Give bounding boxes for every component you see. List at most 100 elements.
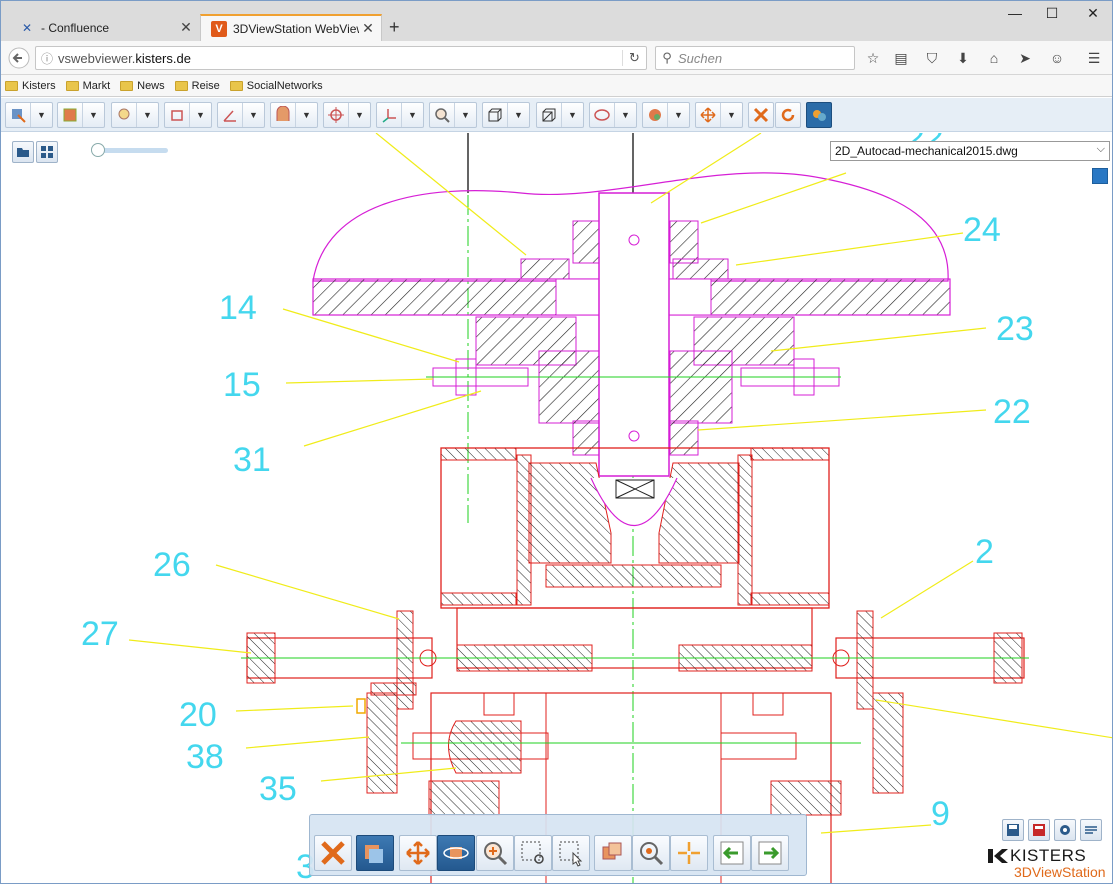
menu-button[interactable] bbox=[1080, 819, 1102, 841]
transform-tool-group[interactable]: ▼ bbox=[323, 102, 371, 128]
viewer-canvas[interactable]: 22 24 14 23 15 22 31 26 2 27 20 38 35 9 … bbox=[1, 133, 1113, 884]
area-select-button[interactable] bbox=[552, 835, 590, 871]
box-wireframe-icon[interactable] bbox=[483, 103, 507, 127]
close-window-button[interactable]: ✕ bbox=[1075, 5, 1111, 22]
refresh-icon[interactable] bbox=[776, 103, 800, 127]
cad-drawing[interactable]: 22 24 14 23 15 22 31 26 2 27 20 38 35 9 … bbox=[1, 133, 1113, 884]
center-button[interactable] bbox=[670, 835, 708, 871]
chevron-down-icon: ⌵ bbox=[1096, 143, 1105, 155]
render-tool-group[interactable]: ▼ bbox=[164, 102, 212, 128]
cancel-button[interactable] bbox=[314, 835, 352, 871]
view-tool-group[interactable]: ▼ bbox=[57, 102, 105, 128]
info-icon[interactable]: ⓘ bbox=[36, 50, 58, 67]
section-tool-group[interactable]: ▼ bbox=[270, 102, 318, 128]
panel-toggle-button[interactable] bbox=[1092, 168, 1108, 184]
close-x-icon[interactable] bbox=[749, 103, 773, 127]
bounding-box-icon[interactable] bbox=[537, 103, 561, 127]
reading-list-icon[interactable]: ▤ bbox=[889, 46, 913, 70]
menu-icon[interactable]: ☰ bbox=[1082, 46, 1106, 70]
address-bar[interactable]: ⓘ vswebviewer.kisters.de ↻ bbox=[35, 46, 647, 70]
material-icon[interactable] bbox=[643, 103, 667, 127]
render-mode-icon[interactable] bbox=[165, 103, 189, 127]
box-tool-group[interactable]: ▼ bbox=[482, 102, 530, 128]
light-tool-group[interactable]: ▼ bbox=[111, 102, 159, 128]
save-button[interactable] bbox=[1002, 819, 1024, 841]
bookmark-kisters[interactable]: Kisters bbox=[5, 80, 56, 92]
zoom-fit-button[interactable] bbox=[632, 835, 670, 871]
zoom-slider-thumb[interactable] bbox=[91, 143, 105, 157]
zoom-slider-track[interactable] bbox=[96, 148, 168, 153]
select-mode-button[interactable] bbox=[356, 835, 394, 871]
settings-group[interactable] bbox=[806, 102, 832, 128]
kisters-k-icon bbox=[988, 849, 1008, 863]
previous-view-button[interactable] bbox=[713, 835, 751, 871]
dropdown-arrow-icon[interactable]: ▼ bbox=[348, 103, 370, 127]
dropdown-arrow-icon[interactable]: ▼ bbox=[720, 103, 742, 127]
zoom-icon[interactable] bbox=[430, 103, 454, 127]
bookmark-news[interactable]: News bbox=[120, 80, 165, 92]
select-icon[interactable] bbox=[6, 103, 30, 127]
axis-tool-group[interactable]: ▼ bbox=[376, 102, 424, 128]
dropdown-arrow-icon[interactable]: ▼ bbox=[507, 103, 529, 127]
bookmark-star-icon[interactable]: ☆ bbox=[861, 46, 885, 70]
angle-measure-icon[interactable] bbox=[218, 103, 242, 127]
layout-button[interactable] bbox=[36, 141, 58, 163]
home-icon[interactable]: ⌂ bbox=[982, 46, 1006, 70]
bookmark-socialnetworks[interactable]: SocialNetworks bbox=[229, 80, 323, 92]
close-tab-icon[interactable]: ✕ bbox=[359, 20, 377, 37]
tab-3dviewstation[interactable]: V 3DViewStation WebViewer... ✕ bbox=[200, 14, 382, 41]
bookmark-markt[interactable]: Markt bbox=[65, 80, 110, 92]
zoom-button[interactable] bbox=[476, 835, 514, 871]
dropdown-arrow-icon[interactable]: ▼ bbox=[561, 103, 583, 127]
next-view-button[interactable] bbox=[751, 835, 789, 871]
markup-tool-group[interactable]: ▼ bbox=[589, 102, 637, 128]
undo-group[interactable] bbox=[775, 102, 801, 128]
reset-group[interactable] bbox=[748, 102, 774, 128]
dropdown-arrow-icon[interactable]: ▼ bbox=[454, 103, 476, 127]
dropdown-arrow-icon[interactable]: ▼ bbox=[667, 103, 689, 127]
dropdown-arrow-icon[interactable]: ▼ bbox=[295, 103, 317, 127]
crosshair-icon[interactable] bbox=[324, 103, 348, 127]
select-tool-group[interactable]: ▼ bbox=[5, 102, 53, 128]
markup-cloud-icon[interactable] bbox=[590, 103, 614, 127]
export-pdf-button[interactable] bbox=[1028, 819, 1050, 841]
pocket-icon[interactable]: ⛉ bbox=[920, 46, 944, 70]
bookmark-reise[interactable]: Reise bbox=[174, 80, 220, 92]
back-button[interactable] bbox=[7, 46, 31, 70]
pan-button[interactable] bbox=[399, 835, 437, 871]
axis-icon[interactable] bbox=[377, 103, 401, 127]
lightbulb-icon[interactable] bbox=[112, 103, 136, 127]
move-arrows-icon[interactable] bbox=[696, 103, 720, 127]
dropdown-arrow-icon[interactable]: ▼ bbox=[82, 103, 104, 127]
feedback-icon[interactable]: ☺ bbox=[1045, 46, 1069, 70]
rotate-button[interactable] bbox=[437, 835, 475, 871]
tab-confluence[interactable]: ✕ - Confluence ✕ bbox=[9, 14, 199, 41]
dropdown-arrow-icon[interactable]: ▼ bbox=[30, 103, 52, 127]
zoom-box-button[interactable] bbox=[514, 835, 552, 871]
zoom-tool-group[interactable]: ▼ bbox=[429, 102, 477, 128]
fit-all-button[interactable] bbox=[594, 835, 632, 871]
measure-tool-group[interactable]: ▼ bbox=[217, 102, 265, 128]
open-file-button[interactable] bbox=[12, 141, 34, 163]
bounding-tool-group[interactable]: ▼ bbox=[536, 102, 584, 128]
download-icon[interactable]: ⬇ bbox=[951, 46, 975, 70]
reload-icon[interactable]: ↻ bbox=[622, 50, 646, 66]
dropdown-arrow-icon[interactable]: ▼ bbox=[136, 103, 158, 127]
maximize-button[interactable]: ☐ bbox=[1034, 5, 1070, 22]
dropdown-arrow-icon[interactable]: ▼ bbox=[401, 103, 423, 127]
dropdown-arrow-icon[interactable]: ▼ bbox=[189, 103, 211, 127]
search-input[interactable]: ⚲ Suchen bbox=[655, 46, 855, 70]
new-tab-button[interactable]: + bbox=[389, 17, 400, 38]
send-icon[interactable]: ➤ bbox=[1013, 46, 1037, 70]
minimize-button[interactable]: — bbox=[997, 5, 1033, 21]
move-tool-group[interactable]: ▼ bbox=[695, 102, 743, 128]
material-tool-group[interactable]: ▼ bbox=[642, 102, 690, 128]
dropdown-arrow-icon[interactable]: ▼ bbox=[242, 103, 264, 127]
close-tab-icon[interactable]: ✕ bbox=[177, 19, 195, 36]
viewstation-logo-icon[interactable] bbox=[807, 103, 831, 127]
section-cut-icon[interactable] bbox=[271, 103, 295, 127]
file-select[interactable]: 2D_Autocad-mechanical2015.dwg ⌵ bbox=[830, 141, 1110, 161]
settings-button[interactable] bbox=[1054, 819, 1076, 841]
dropdown-arrow-icon[interactable]: ▼ bbox=[614, 103, 636, 127]
cube-view-icon[interactable] bbox=[58, 103, 82, 127]
